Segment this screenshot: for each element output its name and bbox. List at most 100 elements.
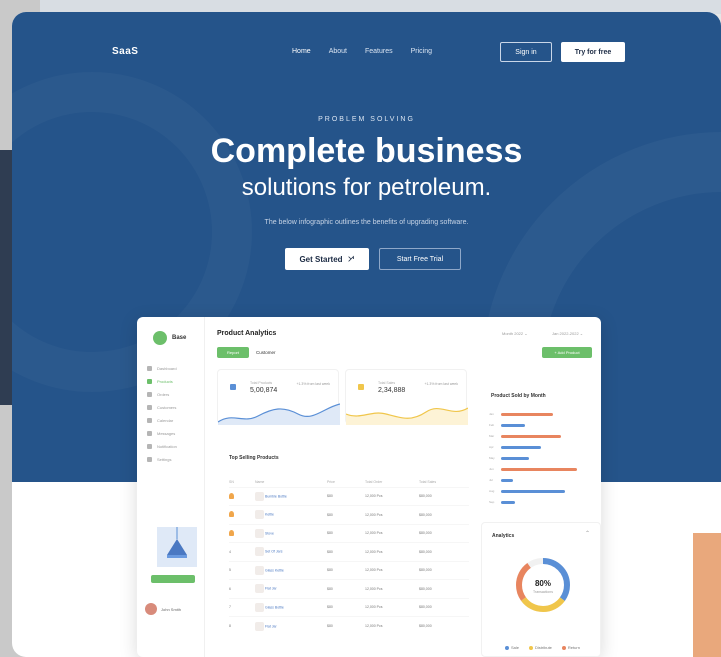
column-header: Name: [255, 479, 265, 484]
product-sn: 7: [229, 597, 255, 617]
table-row[interactable]: Bumble Bottle $80 12,000 Pcs $80,000: [229, 486, 469, 506]
product-thumbnail: [255, 602, 264, 612]
analytics-legend: Sale Distribute Return: [505, 645, 580, 650]
sidebar-item-settings[interactable]: Settings: [147, 453, 202, 466]
medal-icon: [229, 492, 234, 499]
user-name: John Smith: [161, 606, 182, 612]
sidebar-item-label: Orders: [157, 392, 170, 397]
top-selling-title: Top Selling Products: [229, 455, 279, 461]
product-price: $80: [327, 597, 365, 617]
nav-link-home[interactable]: Home: [292, 48, 311, 55]
sidebar-item-messages[interactable]: Messages: [147, 427, 202, 440]
sold-bar[interactable]: [501, 435, 561, 438]
dashboard-title: Product Analytics: [217, 330, 277, 337]
rocket-icon: [347, 255, 354, 262]
sidebar-item-notification[interactable]: Notification: [147, 440, 202, 453]
orders-icon: [147, 392, 152, 397]
product-name: Kettle: [264, 512, 274, 517]
sidebar-item-products[interactable]: Products: [147, 375, 202, 388]
analytics-donut-chart: 80% Transactions: [516, 558, 570, 612]
sidebar-item-label: Settings: [157, 457, 172, 462]
tab-customer[interactable]: Customer: [256, 350, 276, 355]
get-started-button[interactable]: Get Started: [285, 248, 369, 270]
column-header: Total Sales: [419, 479, 437, 484]
product-sn: 6: [229, 579, 255, 598]
table-row[interactable]: 7 Glass Bottle $80 12,000 Pcs $80,000: [229, 597, 469, 617]
product-orders: 12,000 Pcs: [365, 579, 419, 598]
table-row[interactable]: 4 Set Of Jars $80 12,000 Pcs $80,000: [229, 542, 469, 561]
product-price: $80: [327, 560, 365, 580]
user-profile[interactable]: John Smith: [145, 603, 181, 615]
try-for-free-button[interactable]: Try for free: [561, 42, 625, 62]
column-header: Price: [327, 479, 335, 484]
gear-icon: [147, 457, 152, 462]
more-options-icon[interactable]: ⌃: [585, 530, 590, 537]
sidebar-item-calendar[interactable]: Calendar: [147, 414, 202, 427]
product-name: Flat Jar: [264, 586, 277, 591]
table-row[interactable]: Stove $80 12,000 Pcs $80,000: [229, 523, 469, 543]
nav-link-features[interactable]: Features: [365, 48, 393, 55]
legend-item-return: Return: [561, 645, 580, 650]
sidebar-item-label: Notification: [157, 444, 177, 449]
table-row[interactable]: 5 Glass Kettle $80 12,000 Pcs $80,000: [229, 560, 469, 580]
bar-label: Feb: [489, 423, 495, 427]
date-range-select[interactable]: Jan 2022-2022 ⌄: [552, 331, 583, 336]
product-orders: 12,000 Pcs: [365, 486, 419, 506]
product-name: Stove: [264, 531, 274, 536]
lamp-illustration: [157, 527, 197, 567]
table-header-row: SN Name Price Total Order Total Sales: [229, 477, 469, 487]
product-sold-title: Product Sold by Month: [491, 393, 546, 399]
legend-swatch: [529, 645, 534, 650]
dashboard-icon: [147, 366, 152, 371]
dashboard-sidebar: Base Dashboard Products Orders Customers…: [137, 317, 205, 657]
product-sn: 8: [229, 616, 255, 635]
bar-label: Sep: [489, 500, 495, 504]
bar-label: Jun: [489, 467, 494, 471]
sold-bar[interactable]: [501, 501, 516, 504]
sidebar-upgrade-button[interactable]: [151, 575, 195, 583]
sold-bar[interactable]: [501, 457, 529, 460]
product-sales: $80,000: [419, 597, 469, 617]
start-free-trial-button[interactable]: Start Free Trial: [379, 248, 461, 270]
table-row[interactable]: 8 Flat Jar $80 12,000 Pcs $80,000: [229, 616, 469, 635]
sidebar-item-customers[interactable]: Customers: [147, 401, 202, 414]
product-sales: $80,000: [419, 486, 469, 506]
bar-label: May: [489, 456, 495, 460]
bar-label: Jan: [489, 412, 494, 416]
tab-report[interactable]: Report: [217, 347, 249, 358]
product-orders: 12,000 Pcs: [365, 560, 419, 580]
sold-bar[interactable]: [501, 413, 553, 416]
product-sales: $80,000: [419, 542, 469, 561]
month-select[interactable]: Month 2022 ⌄: [502, 331, 528, 336]
sidebar-item-orders[interactable]: Orders: [147, 388, 202, 401]
sign-in-button[interactable]: Sign in: [500, 42, 552, 62]
sidebar-item-label: Calendar: [157, 418, 174, 423]
kpi-trend: +1.3% from last week: [424, 382, 458, 386]
add-product-button[interactable]: + Add Product: [542, 347, 592, 358]
sold-bar[interactable]: [501, 479, 513, 482]
top-nav: Home About Features Pricing: [292, 48, 432, 55]
site-logo[interactable]: SaaS: [112, 46, 138, 57]
kpi-trend: +1.3% from last week: [296, 382, 330, 386]
donut-label: Transactions: [533, 590, 553, 594]
hero-title-line2: solutions for petroleum.: [241, 174, 492, 201]
nav-link-about[interactable]: About: [329, 48, 347, 55]
sold-bar[interactable]: [501, 490, 565, 493]
sidebar-item-dashboard[interactable]: Dashboard: [147, 362, 202, 375]
sold-bar[interactable]: [501, 424, 525, 427]
table-row[interactable]: 6 Flat Jar $80 12,000 Pcs $80,000: [229, 579, 469, 598]
hero-kicker: PROBLEM SOLVING: [318, 116, 415, 123]
nav-link-pricing[interactable]: Pricing: [411, 48, 432, 55]
product-price: $80: [327, 579, 365, 598]
legend-swatch: [505, 645, 509, 650]
legend-item-distribute: Distribute: [529, 645, 552, 650]
product-name: Flat Jar: [264, 623, 277, 628]
sold-bar[interactable]: [501, 446, 541, 449]
dashboard-brand: Base: [153, 331, 186, 345]
table-row[interactable]: Kettle $80 12,000 Pcs $80,000: [229, 505, 469, 524]
sold-bar[interactable]: [501, 468, 577, 471]
product-sales: $80,000: [419, 505, 469, 524]
product-thumbnail: [255, 510, 264, 520]
sales-sparkline: [346, 407, 468, 425]
legend-label: Return: [567, 645, 580, 650]
